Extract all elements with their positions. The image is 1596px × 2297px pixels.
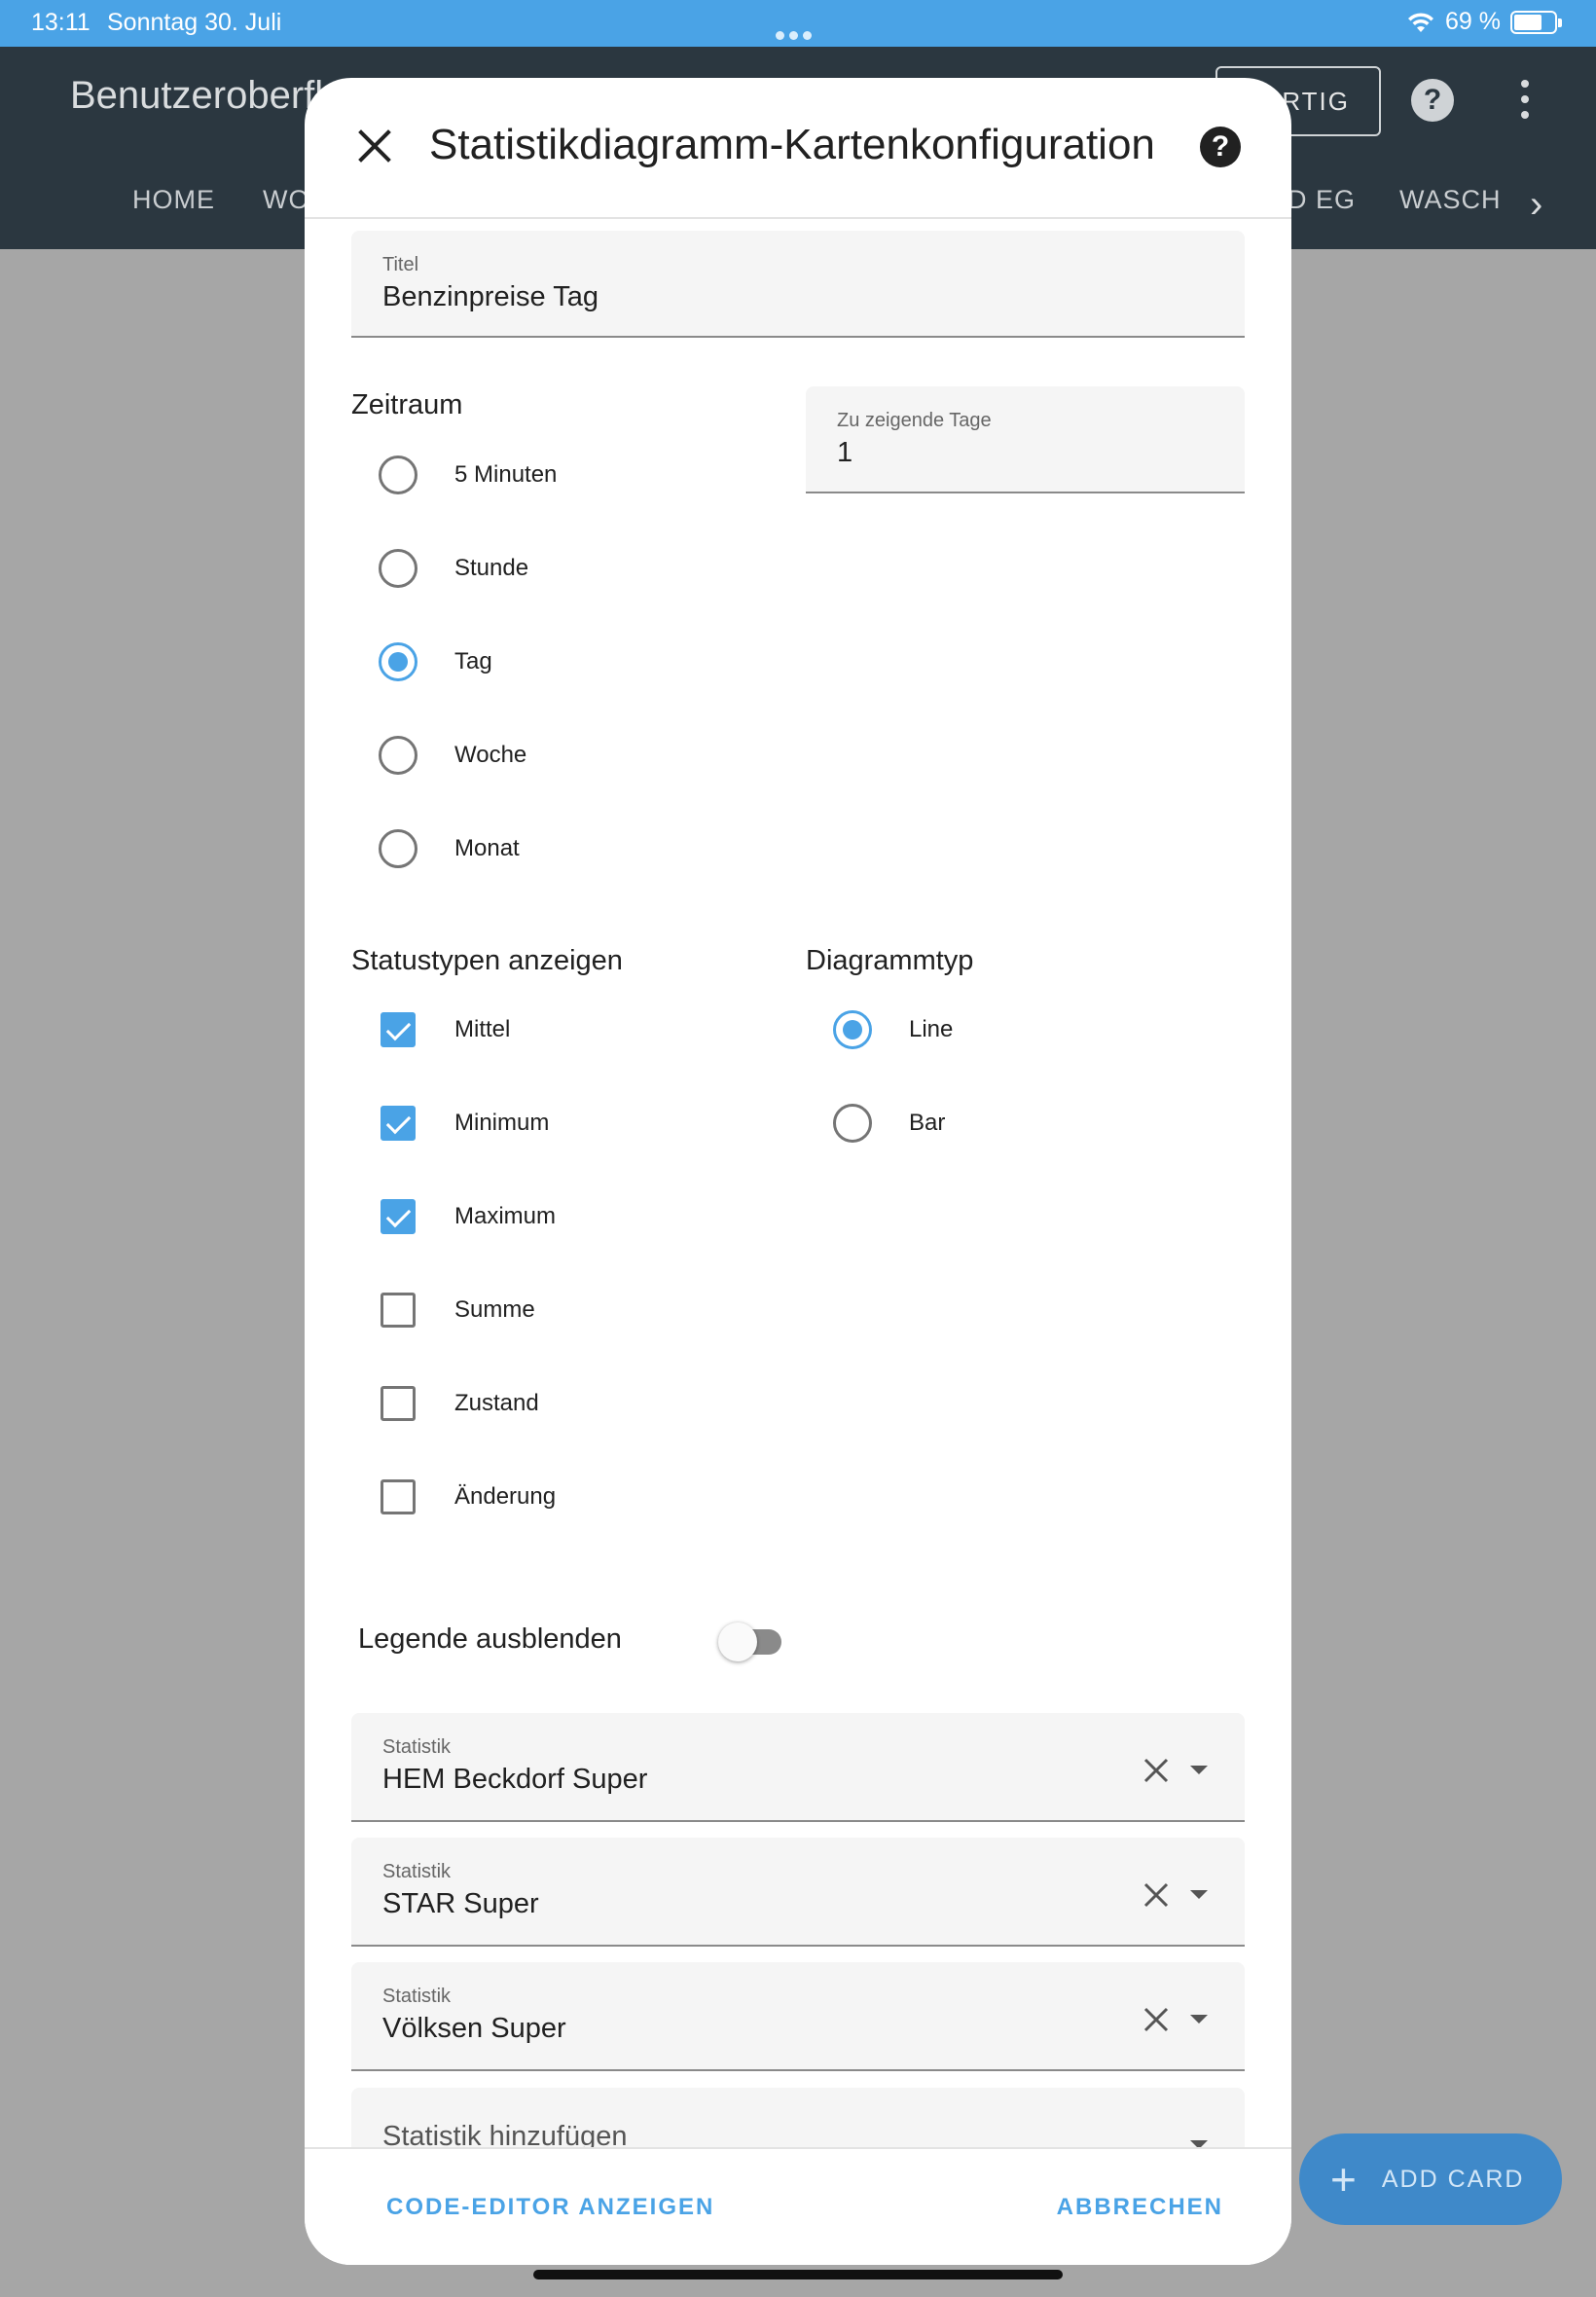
statistic-picker[interactable]: Statistik Völksen Super: [351, 1962, 1245, 2071]
help-icon[interactable]: ?: [1200, 127, 1241, 167]
stat-type-label: Summe: [454, 1296, 535, 1323]
radio-button[interactable]: [379, 736, 417, 775]
hide-legend-label: Legende ausblenden: [358, 1623, 622, 1655]
tab-3[interactable]: WASCH: [1399, 185, 1502, 215]
add-card-label: ADD CARD: [1381, 2165, 1525, 2193]
dialog-title: Statistikdiagramm-Kartenkonfiguration: [429, 121, 1155, 168]
chevron-right-icon[interactable]: ›: [1530, 185, 1542, 224]
stat-type-option[interactable]: Maximum: [379, 1195, 768, 1238]
more-vert-icon[interactable]: [1518, 80, 1532, 123]
radio-button[interactable]: [379, 549, 417, 588]
wifi-icon: [1408, 12, 1434, 32]
chart-type-option[interactable]: Bar: [833, 1102, 1222, 1145]
stat-type-option[interactable]: Summe: [379, 1289, 768, 1331]
checkbox[interactable]: [381, 1199, 416, 1234]
days-field-label: Zu zeigende Tage: [837, 410, 992, 431]
days-field[interactable]: Zu zeigende Tage 1: [806, 386, 1245, 493]
chevron-down-icon[interactable]: [1190, 1766, 1208, 1774]
battery-icon: [1510, 10, 1562, 34]
radio-button[interactable]: [833, 1104, 872, 1143]
card-config-dialog: Statistikdiagramm-Kartenkonfiguration ? …: [305, 78, 1291, 2265]
radio-button[interactable]: [833, 1010, 872, 1049]
statistic-value: HEM Beckdorf Super: [382, 1764, 648, 1795]
plus-icon: +: [1330, 2154, 1359, 2205]
dialog-header: Statistikdiagramm-Kartenkonfiguration ?: [305, 78, 1291, 219]
statistic-picker[interactable]: Statistik HEM Beckdorf Super: [351, 1713, 1245, 1822]
statistic-value: Völksen Super: [382, 2013, 566, 2044]
period-option-label: 5 Minuten: [454, 461, 558, 488]
stat-type-label: Maximum: [454, 1203, 557, 1229]
stat-type-label: Zustand: [454, 1390, 539, 1416]
period-option[interactable]: Woche: [379, 734, 768, 777]
period-option-label: Woche: [454, 742, 527, 768]
clear-icon[interactable]: [1142, 1756, 1171, 1785]
chevron-down-icon[interactable]: [1190, 1890, 1208, 1899]
cancel-button[interactable]: ABBRECHEN: [1057, 2194, 1223, 2221]
chart-type-label: Bar: [909, 1110, 946, 1136]
stat-type-label: Minimum: [454, 1110, 550, 1136]
stat-type-option[interactable]: Mittel: [379, 1008, 768, 1051]
close-icon[interactable]: [355, 127, 394, 165]
period-option[interactable]: Monat: [379, 827, 768, 870]
dialog-footer: CODE-EDITOR ANZEIGEN ABBRECHEN: [305, 2147, 1291, 2265]
checkbox[interactable]: [381, 1479, 416, 1514]
add-card-button[interactable]: + ADD CARD: [1299, 2133, 1562, 2225]
status-time: 13:11: [31, 9, 91, 36]
period-option[interactable]: Tag: [379, 640, 768, 683]
chart-type-option[interactable]: Line: [833, 1008, 1222, 1051]
chart-type-label: Line: [909, 1016, 954, 1042]
home-indicator[interactable]: [533, 2270, 1063, 2279]
stat-type-label: Mittel: [454, 1016, 511, 1042]
clear-icon[interactable]: [1142, 2005, 1171, 2034]
period-option-label: Monat: [454, 835, 520, 861]
stat-type-label: Änderung: [454, 1483, 557, 1510]
stat-type-option[interactable]: Änderung: [379, 1476, 768, 1518]
hide-legend-switch[interactable]: [718, 1622, 757, 1661]
status-right: 69 %: [1406, 8, 1562, 36]
radio-button[interactable]: [379, 829, 417, 868]
tab-1[interactable]: WO: [263, 185, 310, 215]
title-field-label: Titel: [382, 254, 419, 275]
period-option[interactable]: 5 Minuten: [379, 454, 768, 496]
stat-type-option[interactable]: Minimum: [379, 1102, 768, 1145]
statistic-label: Statistik: [382, 1861, 452, 1882]
radio-button[interactable]: [379, 456, 417, 494]
show-code-editor-button[interactable]: CODE-EDITOR ANZEIGEN: [386, 2194, 714, 2221]
battery-percent: 69 %: [1445, 8, 1501, 35]
statistic-picker[interactable]: Statistik STAR Super: [351, 1838, 1245, 1947]
period-option[interactable]: Stunde: [379, 547, 768, 590]
period-option-label: Stunde: [454, 555, 529, 581]
checkbox[interactable]: [381, 1386, 416, 1421]
statistic-label: Statistik: [382, 1986, 452, 2007]
status-bar: 13:11 Sonntag 30. Juli 69 %: [0, 0, 1596, 47]
chart-type-label: Diagrammtyp: [806, 945, 974, 976]
status-date: Sonntag 30. Juli: [107, 9, 282, 36]
chevron-down-icon[interactable]: [1190, 2015, 1208, 2024]
checkbox[interactable]: [381, 1106, 416, 1141]
days-field-value: 1: [837, 437, 853, 468]
help-icon[interactable]: ?: [1411, 79, 1454, 122]
checkbox[interactable]: [381, 1012, 416, 1047]
stat-type-option[interactable]: Zustand: [379, 1382, 768, 1425]
checkbox[interactable]: [381, 1293, 416, 1328]
multitasking-dots-icon[interactable]: [776, 18, 820, 40]
stat-types-label: Statustypen anzeigen: [351, 945, 623, 976]
app-title: Benutzeroberfl: [70, 74, 324, 117]
period-label: Zeitraum: [351, 389, 463, 420]
period-option-label: Tag: [454, 648, 492, 675]
statistic-label: Statistik: [382, 1736, 452, 1758]
radio-button[interactable]: [379, 642, 417, 681]
tab-2[interactable]: D EG: [1288, 185, 1356, 215]
clear-icon[interactable]: [1142, 1880, 1171, 1910]
title-field-value: Benzinpreise Tag: [382, 281, 598, 312]
title-field[interactable]: Titel Benzinpreise Tag: [351, 231, 1245, 338]
tab-0[interactable]: HOME: [132, 185, 215, 215]
statistic-value: STAR Super: [382, 1888, 539, 1919]
